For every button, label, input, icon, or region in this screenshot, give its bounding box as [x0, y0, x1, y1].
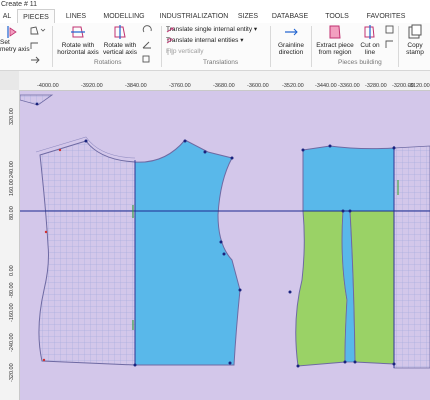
ruler-tick: -3600.00: [247, 83, 269, 89]
vertical-ruler: 320.00 240.00 160.00 80.00 0.00 -80.00 -…: [0, 90, 20, 400]
ruler-tick: -3280.00: [365, 83, 387, 89]
ruler-corner: [0, 71, 19, 90]
ruler-tick: -3680.00: [213, 83, 235, 89]
ruler-tick: 320.00: [9, 108, 15, 125]
ruler-tick: -3760.00: [169, 83, 191, 89]
ruler-tick: -320.00: [9, 363, 15, 382]
horizontal-ruler: -4000.00 -3920.00 -3840.00 -3760.00 -368…: [0, 71, 430, 91]
back-piece[interactable]: [38, 140, 136, 366]
right-piece-lower-left[interactable]: [295, 210, 348, 367]
ruler-tick: -3840.00: [125, 83, 147, 89]
ruler-tick: -3440.00: [315, 83, 337, 89]
ruler-tick: 80.00: [9, 206, 15, 220]
right-piece-upper[interactable]: [302, 145, 395, 212]
right-piece-lower-right[interactable]: [349, 210, 395, 365]
ruler-tick: -3920.00: [81, 83, 103, 89]
ruler-tick: -3360.00: [338, 83, 360, 89]
pattern-pieces-layer[interactable]: [0, 0, 430, 400]
ruler-tick: 0.00: [9, 265, 15, 276]
right-piece-grid[interactable]: [393, 145, 430, 369]
ruler-tick: -4000.00: [37, 83, 59, 89]
ruler-tick: 160.00: [9, 179, 15, 196]
front-piece[interactable]: [134, 139, 241, 366]
node-marker: [35, 102, 39, 106]
ruler-tick: -240.00: [9, 333, 15, 352]
ruler-tick: -3520.00: [282, 83, 304, 89]
ruler-tick: 240.00: [9, 161, 15, 178]
ruler-tick: -80.00: [9, 282, 15, 298]
ruler-tick: -3120.00: [408, 83, 430, 89]
ruler-tick: -160.00: [9, 303, 15, 322]
